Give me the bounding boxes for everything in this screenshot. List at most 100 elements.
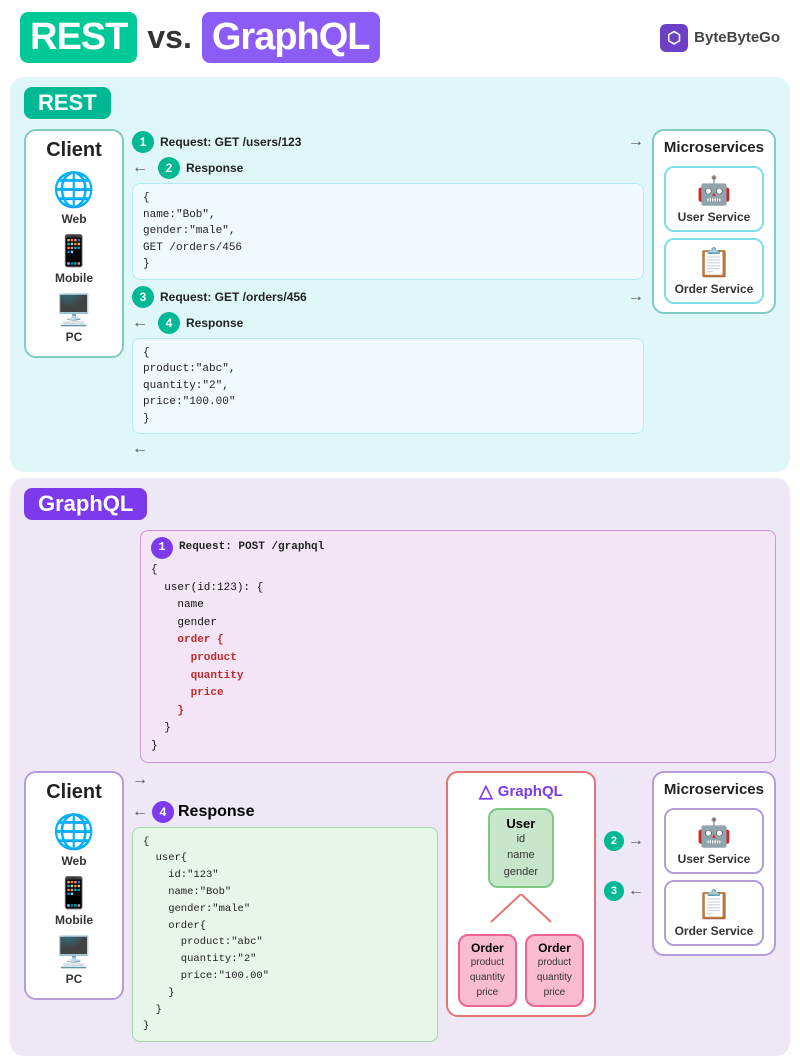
pc-label: PC bbox=[66, 330, 83, 344]
rest-step2-text: Response bbox=[186, 161, 243, 175]
web-icon: 🌐 bbox=[53, 170, 95, 210]
rest-label: REST bbox=[24, 87, 111, 119]
rest-section: REST Client 🌐 Web 📱 Mobile 🖥️ PC 1 Reque… bbox=[10, 77, 790, 472]
gql-resp-l9: price:"100.00" bbox=[143, 968, 427, 985]
gql-arrow2-row: 2 → bbox=[604, 831, 644, 851]
arrow-left-2: ← bbox=[132, 159, 148, 177]
logo-icon: ⬡ bbox=[660, 24, 688, 52]
gql-user-service-icon: 🤖 bbox=[697, 816, 732, 849]
gql-client-pc: 🖥️ PC bbox=[55, 935, 92, 986]
gql-mobile-label: Mobile bbox=[55, 913, 93, 927]
gql-resp-l12: } bbox=[143, 1018, 427, 1035]
mobile-icon: 📱 bbox=[55, 234, 92, 269]
rest-resp2-line1: { bbox=[143, 345, 633, 362]
gql-response-box: { user{ id:"123" name:"Bob" gender:"male… bbox=[132, 827, 438, 1043]
gql-req-line9: } bbox=[151, 703, 765, 721]
gql-order-service-card: 📋 Order Service bbox=[664, 880, 764, 946]
gql-user-service-label: User Service bbox=[678, 852, 751, 866]
gql-order1-label: Order bbox=[470, 941, 505, 955]
gql-pc-label: PC bbox=[66, 972, 83, 986]
graphql-label: GraphQL bbox=[24, 488, 147, 520]
rest-order-service-card: 📋 Order Service bbox=[664, 238, 764, 304]
rest-step1-text: Request: GET /users/123 bbox=[160, 135, 301, 149]
gql-resp-l5: gender:"male" bbox=[143, 901, 427, 918]
gql-arrow-to-server: → bbox=[132, 771, 438, 789]
gql-arrows-col: 2 → 3 ← bbox=[604, 771, 644, 901]
rest-client-web: 🌐 Web bbox=[53, 170, 95, 226]
gql-triangle-icon: △ bbox=[479, 781, 493, 802]
gql-resp-l1: { bbox=[143, 834, 427, 851]
rest-step2-badge: 2 bbox=[158, 157, 180, 179]
gql-arrow3: ← bbox=[628, 882, 644, 900]
gql-middle-col: → ← 4 Response { user{ id:"123" name:"Bo… bbox=[132, 771, 438, 1043]
rest-resp2-line3: quantity:"2", bbox=[143, 378, 633, 395]
order-service-label-rest: Order Service bbox=[675, 282, 754, 296]
arrow-left-final: ← bbox=[132, 440, 644, 458]
gql-client-box: Client 🌐 Web 📱 Mobile 🖥️ PC bbox=[24, 771, 124, 1000]
gql-client-mobile: 📱 Mobile bbox=[55, 876, 93, 927]
pc-icon: 🖥️ bbox=[55, 293, 92, 328]
web-label: Web bbox=[61, 212, 86, 226]
gql-request-title: Request: POST /graphql bbox=[179, 539, 324, 557]
gql-req-line2: user(id:123): { bbox=[151, 580, 765, 598]
gql-pc-icon: 🖥️ bbox=[55, 935, 92, 970]
gql-resp-l11: } bbox=[143, 1002, 427, 1019]
rest-user-service-card: 🤖 User Service bbox=[664, 166, 764, 232]
gql-web-icon: 🌐 bbox=[53, 812, 95, 852]
gql-resp-l2: user{ bbox=[143, 850, 427, 867]
rest-client-pc: 🖥️ PC bbox=[55, 293, 92, 344]
rest-resp2-line2: product:"abc", bbox=[143, 361, 633, 378]
gql-arrow-from-server: ← bbox=[132, 803, 148, 821]
rest-response2-box: { product:"abc", quantity:"2", price:"10… bbox=[132, 338, 644, 435]
gql-microservices-box: Microservices 🤖 User Service 📋 Order Ser… bbox=[652, 771, 776, 956]
gql-main-layout: Client 🌐 Web 📱 Mobile 🖥️ PC → ← 4 Respon bbox=[24, 771, 776, 1043]
gql-top-row: 1 Request: POST /graphql { user(id:123):… bbox=[24, 530, 776, 763]
gql-req-line4: gender bbox=[151, 615, 765, 633]
rest-resp2-line4: price:"100.00" bbox=[143, 394, 633, 411]
arrow-right-3: → bbox=[628, 288, 644, 306]
gql-server-label: GraphQL bbox=[498, 783, 563, 800]
gql-order-node-1: Order productquantityprice bbox=[458, 934, 517, 1007]
gql-req-line8: price bbox=[151, 685, 765, 703]
rest-step4-text: Response bbox=[186, 316, 243, 330]
rest-response1-box: { name:"Bob", gender:"male", GET /orders… bbox=[132, 183, 644, 280]
gql-user-node-fields: idnamegender bbox=[504, 831, 538, 881]
rest-client-title: Client bbox=[46, 139, 102, 162]
gql-web-label: Web bbox=[61, 854, 86, 868]
gql-client-title: Client bbox=[46, 781, 102, 804]
gql-client-spacer bbox=[24, 530, 132, 763]
rest-step1-badge: 1 bbox=[132, 131, 154, 153]
gql-order2-label: Order bbox=[537, 941, 572, 955]
rest-client-mobile: 📱 Mobile bbox=[55, 234, 93, 285]
gql-user-node-label: User bbox=[504, 816, 538, 831]
gql-order2-fields: productquantityprice bbox=[537, 955, 572, 1000]
gql-client-web: 🌐 Web bbox=[53, 812, 95, 868]
gql-step4-badge: 4 bbox=[152, 801, 174, 823]
gql-user-node: User idnamegender bbox=[488, 808, 554, 889]
rest-step3-text: Request: GET /orders/456 bbox=[160, 290, 307, 304]
user-service-label: User Service bbox=[678, 210, 751, 224]
gql-request-header: 1 Request: POST /graphql bbox=[151, 537, 765, 559]
gql-arrow2: → bbox=[628, 832, 644, 850]
gql-resp-l8: quantity:"2" bbox=[143, 951, 427, 968]
title-graphql: GraphQL bbox=[202, 12, 380, 63]
gql-response-title: Response bbox=[178, 803, 254, 821]
gql-req-line1: { bbox=[151, 562, 765, 580]
gql-req-line7: quantity bbox=[151, 668, 765, 686]
gql-step2-badge: 2 bbox=[604, 831, 624, 851]
arrow-left-4: ← bbox=[132, 314, 148, 332]
header: REST vs. GraphQL ⬡ ByteByteGo bbox=[0, 0, 800, 71]
rest-step3-row: 3 Request: GET /orders/456 → bbox=[132, 286, 644, 308]
rest-step4-row: ← 4 Response bbox=[132, 312, 644, 334]
gql-request-box: 1 Request: POST /graphql { user(id:123):… bbox=[140, 530, 776, 763]
rest-main-layout: Client 🌐 Web 📱 Mobile 🖥️ PC 1 Request: G… bbox=[24, 129, 776, 458]
rest-step1-row: 1 Request: GET /users/123 → bbox=[132, 131, 644, 153]
rest-client-box: Client 🌐 Web 📱 Mobile 🖥️ PC bbox=[24, 129, 124, 358]
rest-resp1-line2: name:"Bob", bbox=[143, 207, 633, 224]
gql-order-node-2: Order productquantityprice bbox=[525, 934, 584, 1007]
arrow-right-1: → bbox=[628, 133, 644, 151]
gql-resp-l10: } bbox=[143, 985, 427, 1002]
rest-resp2-line5: } bbox=[143, 411, 633, 428]
gql-order1-fields: productquantityprice bbox=[470, 955, 505, 1000]
gql-step3-badge: 3 bbox=[604, 881, 624, 901]
